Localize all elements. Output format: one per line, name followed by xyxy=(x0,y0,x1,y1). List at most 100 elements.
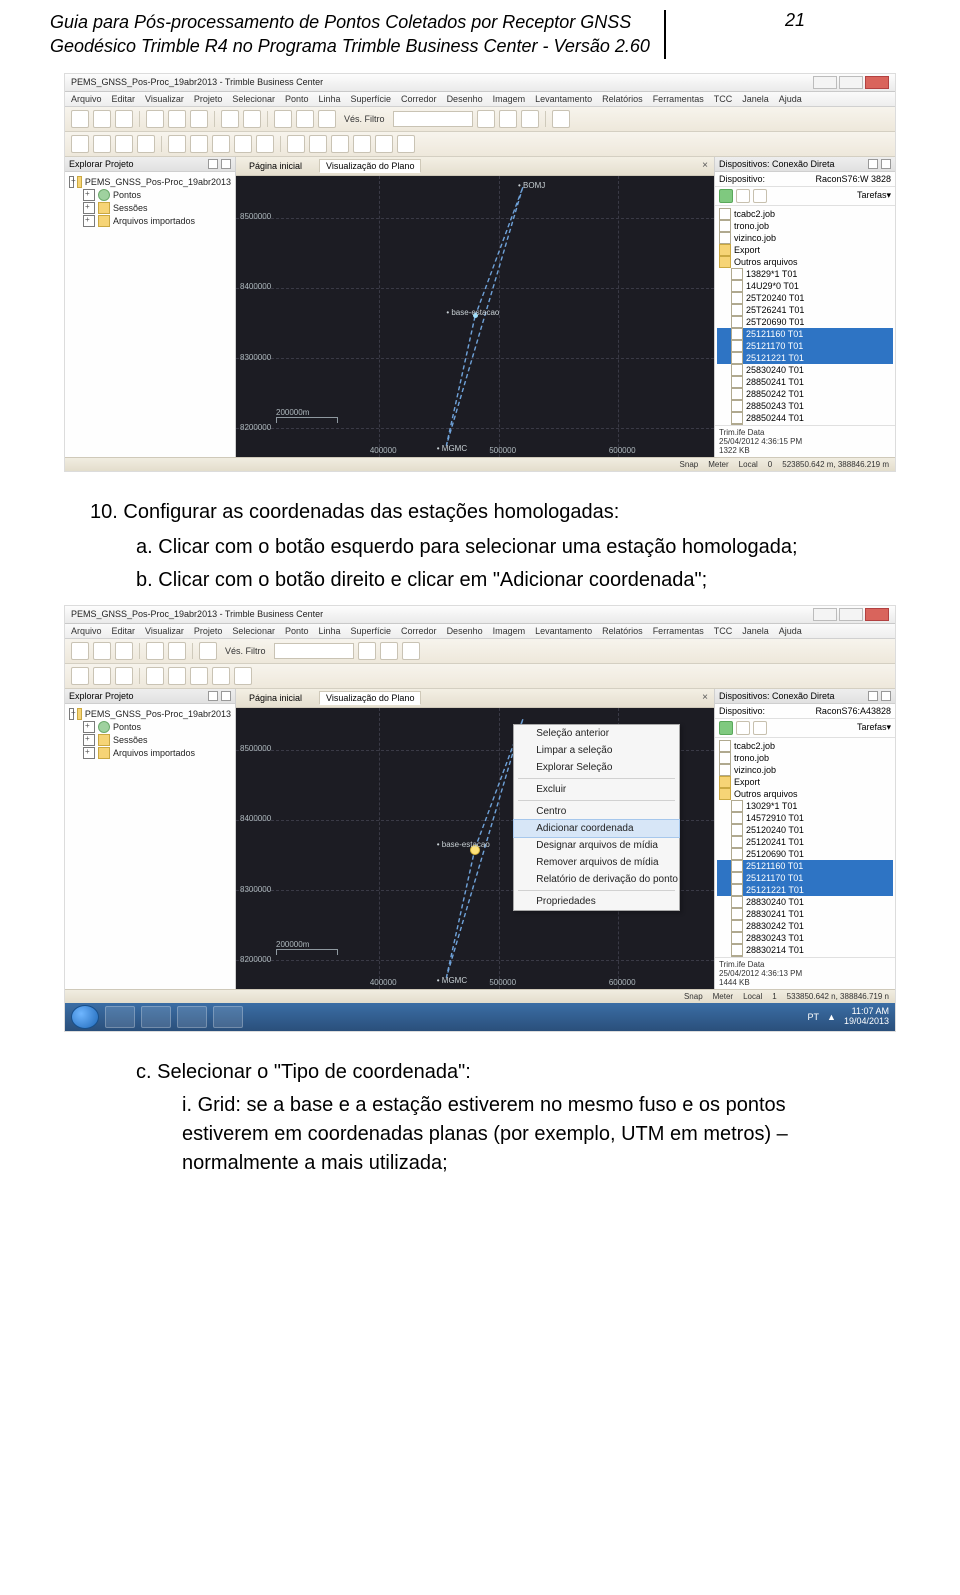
status-local[interactable]: Local xyxy=(743,992,762,1001)
pin-icon[interactable] xyxy=(868,159,878,169)
status-snap[interactable]: Snap xyxy=(680,460,699,469)
status-local[interactable]: Local xyxy=(739,460,758,469)
close-button[interactable] xyxy=(865,76,889,89)
menu-visualizar[interactable]: Visualizar xyxy=(145,94,184,104)
tool-undo-icon[interactable] xyxy=(146,642,164,660)
menu-linha[interactable]: Linha xyxy=(318,626,340,636)
tool-a-icon[interactable] xyxy=(71,667,89,685)
refresh-button[interactable] xyxy=(736,721,750,735)
import-button[interactable] xyxy=(719,721,733,735)
tool-select-icon[interactable] xyxy=(318,110,336,128)
file-item[interactable]: 28830243 T01 xyxy=(717,932,893,944)
tool-b-icon[interactable] xyxy=(93,667,111,685)
project-tree[interactable]: PEMS_GNSS_Pos-Proc_19abr2013 Pontos Sess… xyxy=(65,704,235,989)
tool-redo-icon[interactable] xyxy=(243,110,261,128)
ctx-relat-rio-de-deriva-o-do-ponto[interactable]: Relatório de derivação do ponto xyxy=(514,871,679,888)
menu-imagem[interactable]: Imagem xyxy=(493,626,526,636)
task-app2-icon[interactable] xyxy=(177,1006,207,1028)
tool-flag-icon[interactable] xyxy=(380,642,398,660)
tool-layers-icon[interactable] xyxy=(477,110,495,128)
tool-help-icon[interactable] xyxy=(552,110,570,128)
close-pane-icon[interactable] xyxy=(221,691,231,701)
tree-root[interactable]: PEMS_GNSS_Pos-Proc_19abr2013 xyxy=(69,708,231,721)
system-tray[interactable]: PT ▲ 11:07 AM 19/04/2013 xyxy=(808,1007,889,1027)
tool-h-icon[interactable] xyxy=(234,667,252,685)
file-item[interactable]: 28830242 T01 xyxy=(717,920,893,932)
menu-levantamento[interactable]: Levantamento xyxy=(535,626,592,636)
tab-home[interactable]: Página inicial xyxy=(242,691,309,705)
file-item[interactable]: 28850243 T01 xyxy=(717,400,893,412)
menu-ajuda[interactable]: Ajuda xyxy=(779,94,802,104)
menu-editar[interactable]: Editar xyxy=(112,94,136,104)
menu-selecionar[interactable]: Selecionar xyxy=(232,626,275,636)
file-item[interactable]: 13829*1 T01 xyxy=(717,268,893,280)
expand-icon[interactable] xyxy=(83,202,95,214)
tool-e-icon[interactable] xyxy=(168,135,186,153)
menu-corredor[interactable]: Corredor xyxy=(401,626,437,636)
tray-lang[interactable]: PT xyxy=(808,1012,820,1022)
project-tree[interactable]: PEMS_GNSS_Pos-Proc_19abr2013 Pontos Sess… xyxy=(65,172,235,457)
menu-projeto[interactable]: Projeto xyxy=(194,626,223,636)
menu-desenho[interactable]: Desenho xyxy=(447,626,483,636)
menu-relatórios[interactable]: Relatórios xyxy=(602,626,643,636)
expand-icon[interactable] xyxy=(69,176,74,188)
tool-d-icon[interactable] xyxy=(137,135,155,153)
file-item[interactable]: 28850242 T01 xyxy=(717,388,893,400)
ctx-explorar-sele-o[interactable]: Explorar Seleção xyxy=(514,759,679,776)
file-item[interactable]: 25121160 T01 xyxy=(717,860,893,872)
tool-a-icon[interactable] xyxy=(71,135,89,153)
file-list[interactable]: tcabc2.jobtrono.jobvizinco.jobExportOutr… xyxy=(715,738,895,957)
tree-root[interactable]: PEMS_GNSS_Pos-Proc_19abr2013 xyxy=(69,176,231,189)
file-item[interactable]: tcabc2.job xyxy=(717,740,893,752)
file-item[interactable]: 25121160 T01 xyxy=(717,328,893,340)
tool-paste-icon[interactable] xyxy=(190,110,208,128)
tab-home[interactable]: Página inicial xyxy=(242,159,309,173)
filter-select[interactable] xyxy=(393,111,473,127)
tool-help-icon[interactable] xyxy=(402,642,420,660)
folder-button[interactable] xyxy=(753,721,767,735)
folder-export[interactable]: Export xyxy=(717,776,893,788)
tree-item-arquivos[interactable]: Arquivos importados xyxy=(69,747,231,760)
tree-item-arquivos[interactable]: Arquivos importados xyxy=(69,215,231,228)
file-item[interactable]: 28830214 T01 xyxy=(717,944,893,956)
menu-janela[interactable]: Janela xyxy=(742,626,769,636)
tool-k-icon[interactable] xyxy=(309,135,327,153)
menu-relatórios[interactable]: Relatórios xyxy=(602,94,643,104)
file-item[interactable]: 28830240 T01 xyxy=(717,896,893,908)
tool-cut-icon[interactable] xyxy=(146,110,164,128)
minimize-button[interactable] xyxy=(813,76,837,89)
maximize-button[interactable] xyxy=(839,608,863,621)
ctx-designar-arquivos-de-m-dia[interactable]: Designar arquivos de mídia xyxy=(514,837,679,854)
maximize-button[interactable] xyxy=(839,76,863,89)
menu-imagem[interactable]: Imagem xyxy=(493,94,526,104)
tool-undo-icon[interactable] xyxy=(221,110,239,128)
file-item[interactable]: 13029*1 T01 xyxy=(717,800,893,812)
ctx-sele-o-anterior[interactable]: Seleção anterior xyxy=(514,725,679,742)
file-item[interactable]: 25121170 T01 xyxy=(717,340,893,352)
tree-item-sessoes[interactable]: Sessões xyxy=(69,734,231,747)
folder-button[interactable] xyxy=(753,189,767,203)
tool-save-icon[interactable] xyxy=(115,110,133,128)
file-item[interactable]: 25120240 T01 xyxy=(717,824,893,836)
file-item[interactable]: 25121221 T01 xyxy=(717,884,893,896)
tool-d-icon[interactable] xyxy=(146,667,164,685)
expand-icon[interactable] xyxy=(83,189,95,201)
file-item[interactable]: 25120690 T01 xyxy=(717,848,893,860)
tool-m-icon[interactable] xyxy=(353,135,371,153)
pin-icon[interactable] xyxy=(208,691,218,701)
menu-projeto[interactable]: Projeto xyxy=(194,94,223,104)
file-item[interactable]: vizinco.job xyxy=(717,764,893,776)
context-menu[interactable]: Seleção anteriorLimpar a seleçãoExplorar… xyxy=(513,724,680,911)
tab-close-icon[interactable]: × xyxy=(702,692,708,703)
tree-item-pontos[interactable]: Pontos xyxy=(69,721,231,734)
plan-canvas[interactable]: 8500000 8400000 8300000 8200000 400000 5… xyxy=(236,176,714,457)
file-item[interactable]: 28830241 T01 xyxy=(717,908,893,920)
tool-l-icon[interactable] xyxy=(331,135,349,153)
tool-copy-icon[interactable] xyxy=(168,110,186,128)
tool-g-icon[interactable] xyxy=(212,667,230,685)
tool-zoom-icon[interactable] xyxy=(274,110,292,128)
expand-icon[interactable] xyxy=(83,734,95,746)
tool-f-icon[interactable] xyxy=(190,667,208,685)
minimize-button[interactable] xyxy=(813,608,837,621)
file-item[interactable]: 25T20240 T01 xyxy=(717,292,893,304)
